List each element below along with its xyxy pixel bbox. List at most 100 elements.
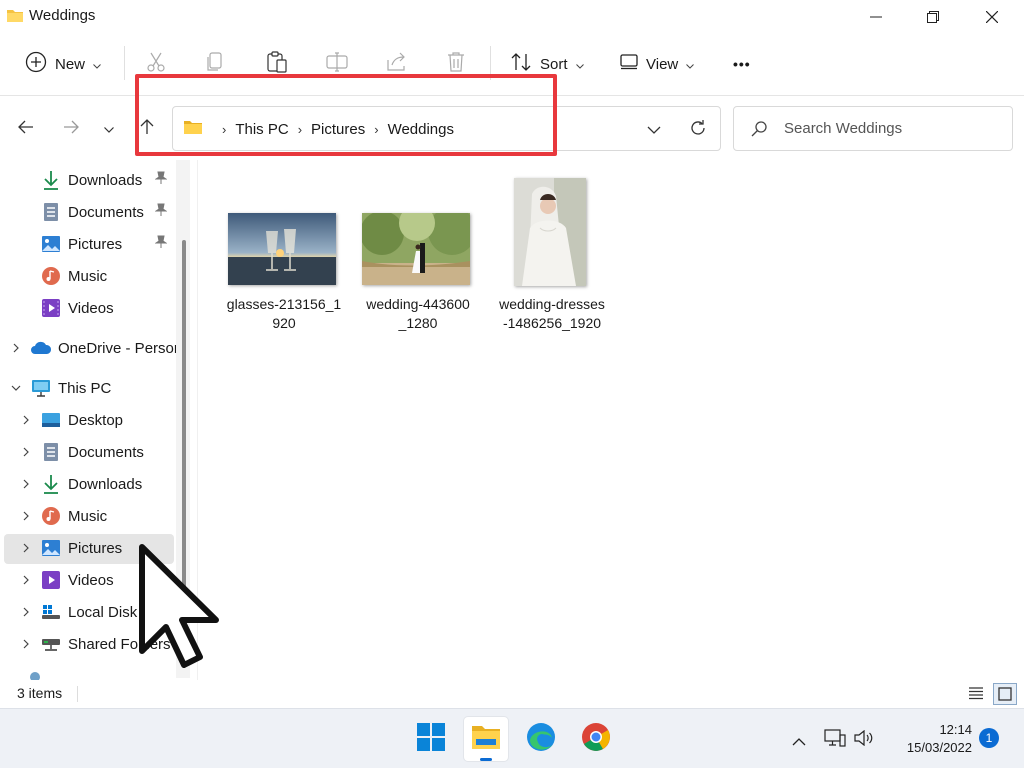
sidebar-label: Documents: [68, 203, 144, 221]
arrow-left-icon: [18, 120, 34, 139]
toolbar-divider: [124, 46, 125, 80]
status-divider: [77, 686, 78, 702]
file-item-glasses[interactable]: glasses-213156_1 920: [222, 295, 346, 333]
edge-taskbar-button[interactable]: [519, 717, 563, 761]
sidebar-label: Music: [68, 507, 108, 525]
file-name-line: -1486256_1920: [502, 315, 602, 331]
sidebar-item-videos-quick[interactable]: Videos: [40, 293, 114, 323]
edge-browser-icon: [526, 722, 556, 757]
chevron-down-icon: [686, 56, 695, 73]
file-thumbnail-wedding[interactable]: [360, 205, 476, 285]
file-explorer-taskbar-button[interactable]: [464, 717, 508, 761]
notification-badge[interactable]: 1: [979, 728, 999, 748]
close-button[interactable]: [963, 0, 1021, 34]
sidebar-item-desktop[interactable]: Desktop: [20, 405, 123, 435]
download-icon: [40, 473, 62, 495]
back-button[interactable]: [13, 116, 39, 142]
sidebar-item-music[interactable]: Music: [20, 501, 107, 531]
pin-icon[interactable]: [154, 235, 168, 253]
chevron-right-icon: [20, 409, 32, 431]
sidebar-label: Videos: [68, 571, 114, 589]
chevron-down-icon: [575, 56, 584, 73]
share-icon: [386, 52, 408, 76]
picture-icon: [40, 537, 62, 559]
video-icon: [40, 297, 62, 319]
chevron-right-icon: [20, 441, 32, 463]
sidebar-item-local-disk[interactable]: Local Disk (: [20, 597, 146, 627]
search-box[interactable]: Search Weddings: [733, 106, 1013, 151]
file-item-wedding[interactable]: wedding-443600 _1280: [356, 295, 480, 333]
address-history-dropdown[interactable]: [647, 121, 661, 139]
network-status-icon[interactable]: [824, 729, 846, 752]
start-button[interactable]: [409, 717, 453, 761]
network-drive-icon: [40, 633, 62, 655]
sidebar-item-documents-quick[interactable]: Documents: [40, 197, 168, 227]
recent-locations-button[interactable]: [96, 116, 122, 142]
chevron-right-icon: [20, 633, 32, 655]
chevron-right-icon: [20, 473, 32, 495]
sidebar-item-onedrive[interactable]: OneDrive - Person: [10, 333, 182, 363]
windows-logo-icon: [416, 722, 446, 757]
forward-button[interactable]: [58, 116, 84, 142]
file-thumbnail-wedding-dresses[interactable]: [514, 178, 586, 286]
new-button[interactable]: New: [25, 50, 101, 78]
desktop-icon: [40, 409, 62, 431]
status-bar: 3 items: [0, 680, 1024, 708]
sidebar-item-downloads[interactable]: Downloads: [20, 469, 142, 499]
file-name-line: wedding-443600: [366, 296, 470, 312]
system-clock[interactable]: 12:14 15/03/2022: [886, 721, 972, 757]
sidebar-label: Music: [68, 267, 108, 285]
sidebar-item-videos[interactable]: Videos: [20, 565, 114, 595]
sidebar-item-this-pc[interactable]: This PC: [10, 373, 111, 403]
file-item-wedding-dresses[interactable]: wedding-dresses -1486256_1920: [490, 295, 614, 333]
video-icon: [40, 569, 62, 591]
chevron-up-icon[interactable]: [792, 733, 806, 751]
plus-circle-icon: [25, 51, 47, 77]
sidebar-label: Documents: [68, 443, 144, 461]
view-label: View: [646, 55, 679, 73]
volume-icon[interactable]: [854, 729, 874, 751]
clock-time: 12:14: [939, 722, 972, 737]
details-view-button[interactable]: [968, 686, 984, 703]
sidebar-item-pictures-quick[interactable]: Pictures: [40, 229, 168, 259]
sidebar-item-pictures[interactable]: Pictures: [20, 533, 122, 563]
picture-icon: [40, 233, 62, 255]
restore-button[interactable]: [904, 0, 962, 34]
chrome-taskbar-button[interactable]: [574, 717, 618, 761]
view-button[interactable]: View: [620, 50, 695, 78]
chevron-right-icon: [20, 537, 32, 559]
view-icon: [620, 54, 638, 74]
sort-label: Sort: [540, 55, 568, 73]
chevron-right-icon: [20, 601, 32, 623]
sidebar-item-downloads-quick[interactable]: Downloads: [40, 165, 168, 195]
mouse-pointer-icon: [138, 543, 222, 674]
refresh-icon[interactable]: [689, 119, 707, 142]
sidebar-label: Desktop: [68, 411, 124, 429]
clock-date: 15/03/2022: [906, 740, 972, 755]
sidebar-label: Videos: [68, 299, 114, 317]
cloud-icon: [30, 337, 52, 359]
file-name-line: glasses-213156_1: [226, 296, 342, 312]
sidebar-item-music-quick[interactable]: Music: [40, 261, 107, 291]
large-icons-view-button[interactable]: [993, 683, 1017, 705]
chevron-right-icon: [20, 505, 32, 527]
minimize-button[interactable]: [847, 0, 905, 34]
chevron-right-icon: [10, 337, 22, 359]
file-name-line: _1280: [398, 315, 438, 331]
sidebar-label: This PC: [58, 379, 112, 397]
chevron-down-icon: [10, 377, 22, 399]
active-app-indicator: [480, 758, 492, 761]
new-label: New: [55, 55, 86, 73]
download-icon: [40, 169, 62, 191]
pin-icon[interactable]: [154, 203, 168, 221]
chevron-down-icon: [93, 56, 101, 73]
more-options-button[interactable]: •••: [733, 50, 751, 78]
chevron-down-icon: [104, 120, 114, 138]
music-icon: [40, 505, 62, 527]
file-thumbnail-glasses[interactable]: [228, 213, 336, 285]
network-icon: [30, 672, 40, 680]
pin-icon[interactable]: [154, 171, 168, 189]
chrome-browser-icon: [581, 722, 611, 757]
document-icon: [40, 441, 62, 463]
sidebar-item-documents[interactable]: Documents: [20, 437, 144, 467]
